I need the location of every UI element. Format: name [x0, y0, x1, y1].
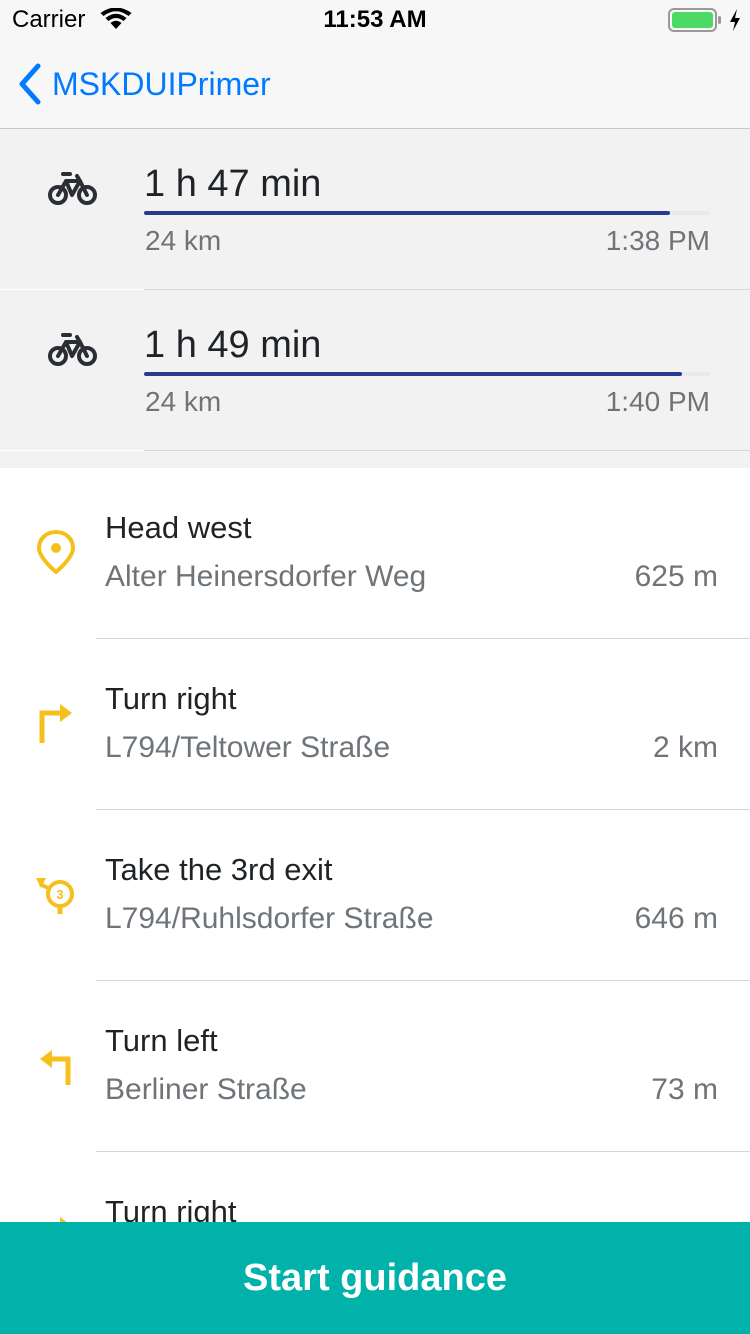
instruction-distance: 73 m — [651, 1073, 718, 1106]
charging-icon — [730, 9, 740, 31]
instruction-distance: 2 km — [652, 731, 718, 764]
instruction-street: Berliner Straße — [105, 1073, 307, 1106]
route-progress-fill — [144, 211, 671, 215]
route-distance: 24 km — [145, 225, 222, 256]
instruction-title: Take the 3rd exit — [105, 852, 333, 887]
instruction-street: L794/Ruhlsdorfer Straße — [105, 902, 434, 935]
instruction-item[interactable]: 3 Take the 3rd exit L794/Ruhlsdorfer Str… — [0, 810, 750, 981]
bicycle-icon — [48, 172, 97, 205]
location-pin-icon — [36, 530, 76, 574]
instruction-item[interactable]: Head west Alter Heinersdorfer Weg 625 m — [0, 468, 750, 639]
instruction-distance: 646 m — [634, 902, 718, 935]
route-progress-fill — [144, 372, 682, 376]
divider — [0, 450, 144, 451]
roundabout-exit-3-icon: 3 — [36, 878, 74, 914]
start-guidance-button[interactable]: Start guidance — [0, 1222, 750, 1334]
divider — [144, 450, 750, 451]
back-chevron-icon[interactable] — [16, 62, 44, 106]
instruction-title: Head west — [105, 510, 252, 545]
turn-right-icon — [39, 704, 72, 743]
route-duration: 1 h 47 min — [144, 163, 322, 205]
back-button[interactable]: MSKDUIPrimer — [52, 66, 271, 103]
instruction-item[interactable]: Turn left Berliner Straße 73 m — [0, 981, 750, 1152]
battery-icon — [668, 8, 721, 32]
instruction-title: Turn left — [105, 1023, 218, 1058]
route-progress-track — [144, 372, 710, 376]
clock: 11:53 AM — [323, 6, 427, 33]
navigation-bar: MSKDUIPrimer — [0, 40, 750, 129]
instruction-title: Turn right — [105, 681, 237, 716]
status-bar: Carrier 11:53 AM — [0, 0, 750, 40]
route-distance: 24 km — [145, 386, 222, 417]
instruction-list: Head west Alter Heinersdorfer Weg 625 m … — [0, 468, 750, 1334]
route-option[interactable]: 1 h 47 min 24 km 1:38 PM — [0, 129, 750, 291]
instruction-item[interactable]: Turn right L794/Teltower Straße 2 km — [0, 639, 750, 810]
bicycle-icon — [48, 333, 97, 366]
turn-left-icon — [40, 1050, 71, 1085]
instruction-street: L794/Teltower Straße — [105, 731, 391, 764]
route-duration: 1 h 49 min — [144, 324, 322, 366]
route-arrival-time: 1:38 PM — [605, 225, 710, 256]
route-overview-screen: Carrier 11:53 AM MSKDUIPrimer 1 h 47 min… — [0, 0, 750, 1334]
instruction-street: Alter Heinersdorfer Weg — [105, 560, 427, 593]
route-progress-track — [144, 211, 710, 215]
instruction-distance: 625 m — [634, 560, 718, 593]
route-arrival-time: 1:40 PM — [605, 386, 710, 417]
route-options: 1 h 47 min 24 km 1:38 PM 1 h 49 min 24 k… — [0, 129, 750, 468]
roundabout-exit-number: 3 — [56, 887, 63, 902]
route-option[interactable]: 1 h 49 min 24 km 1:40 PM — [0, 290, 750, 452]
